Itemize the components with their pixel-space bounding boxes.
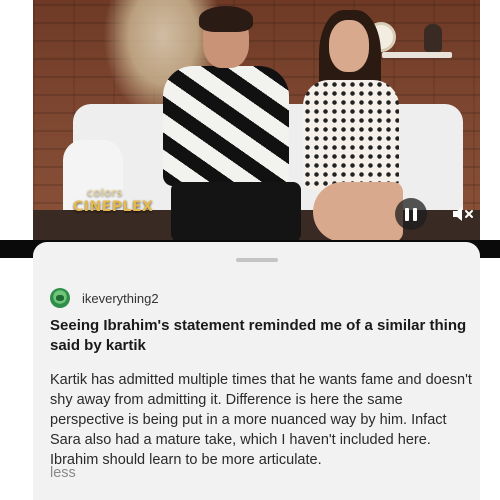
pause-icon [405, 207, 409, 221]
person-left [151, 6, 301, 240]
mute-button[interactable] [451, 204, 475, 224]
watermark-top-text: colors [87, 186, 123, 199]
post-body: Kartik has admitted multiple times that … [50, 372, 472, 468]
post-title: Seeing Ibrahim's statement reminded me o… [50, 317, 467, 354]
video-player[interactable]: colors CINEPLEX [33, 0, 480, 240]
decor-vase [424, 24, 442, 52]
show-less-link[interactable]: less [50, 463, 76, 483]
channel-watermark: colors CINEPLEX [73, 186, 153, 214]
author-row[interactable]: ikeverything2 [50, 288, 159, 308]
volume-mute-icon [453, 207, 473, 221]
comment-sheet: ikeverything2 Seeing Ibrahim's statement… [33, 242, 480, 500]
watermark-bottom-text: CINEPLEX [73, 199, 154, 215]
sheet-drag-handle[interactable] [236, 258, 278, 262]
avatar[interactable] [50, 288, 70, 308]
pause-button[interactable] [395, 198, 427, 230]
person-right [283, 10, 413, 240]
author-name[interactable]: ikeverything2 [82, 291, 159, 306]
